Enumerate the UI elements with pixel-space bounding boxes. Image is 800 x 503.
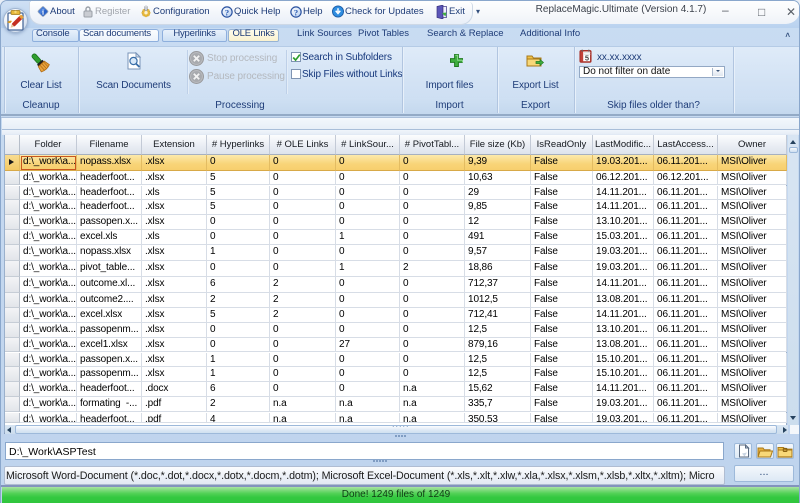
svg-text:i: i <box>42 8 44 16</box>
svg-text:?: ? <box>294 7 298 17</box>
svg-text:5: 5 <box>585 54 589 63</box>
svg-text:?: ? <box>225 7 229 17</box>
